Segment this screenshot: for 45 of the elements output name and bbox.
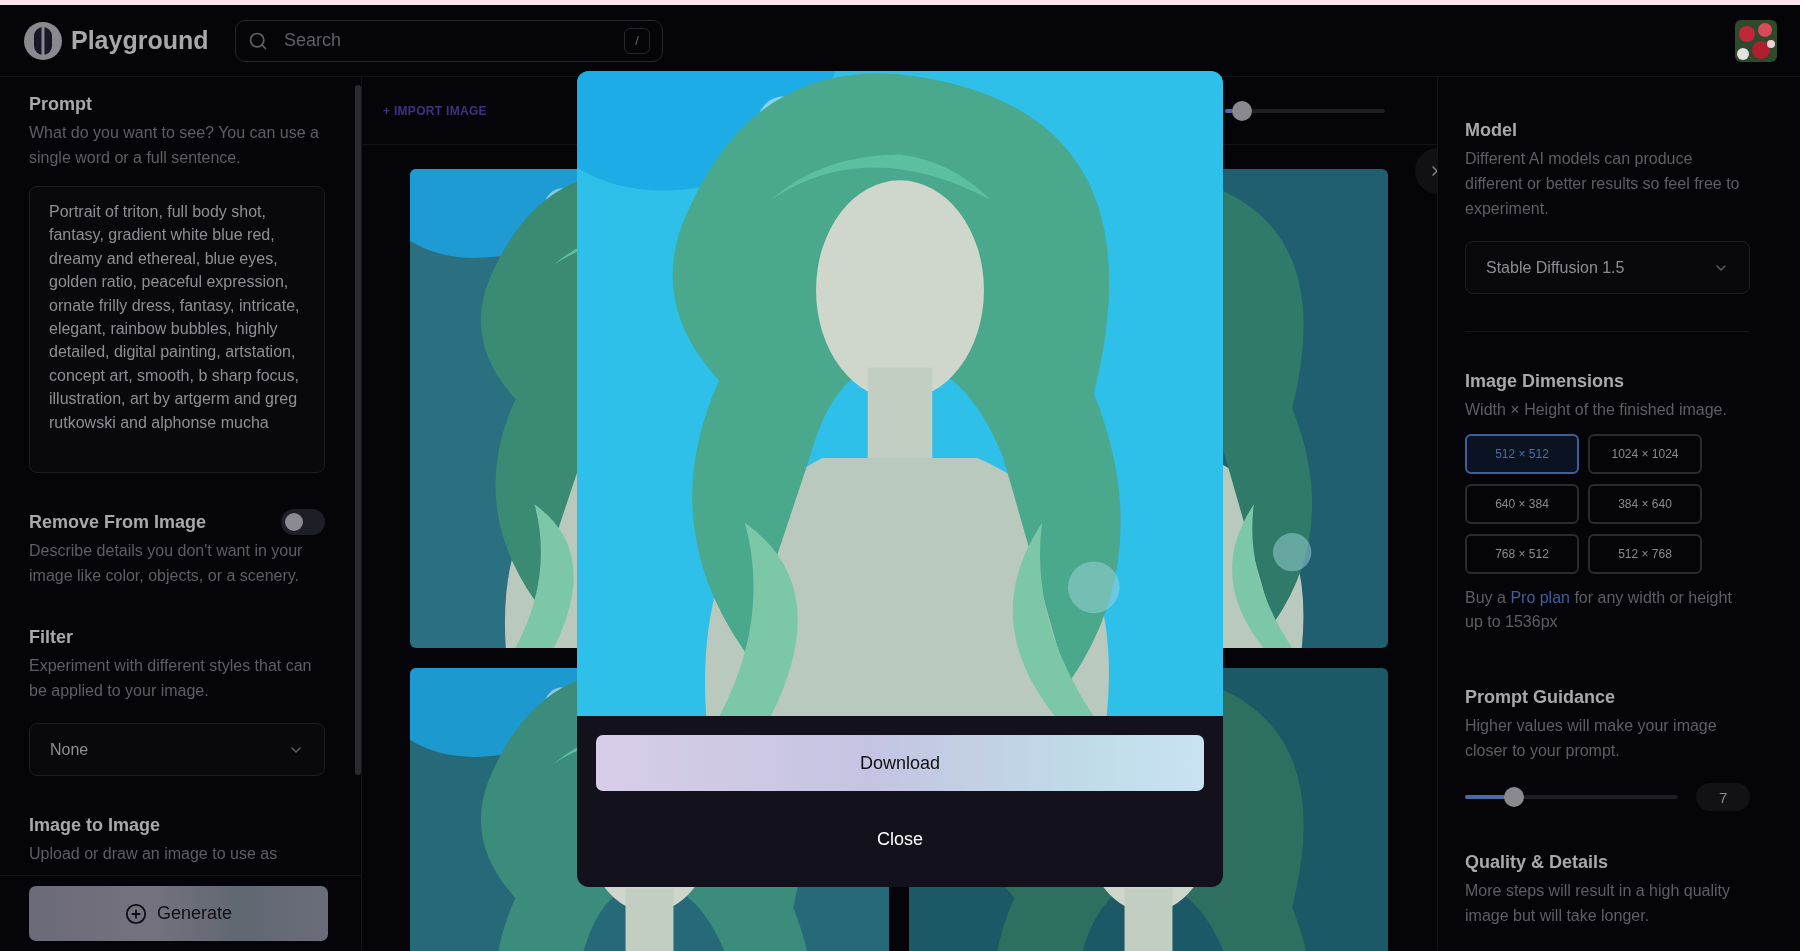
section-description: Describe details you don't want in your image like color, objects, or a scenery.	[29, 541, 304, 586]
search-icon	[248, 30, 268, 51]
shortcut-key: /	[624, 27, 650, 54]
pro-plan-note: Buy a Pro plan for any width or height up to 1536px	[1465, 588, 1733, 632]
pro-plan-link[interactable]: Pro plan	[1510, 589, 1570, 606]
section-title: Image Dimensions	[1465, 370, 1626, 393]
plus-circle-icon	[124, 902, 147, 925]
guidance-value[interactable]: 7	[1696, 783, 1750, 811]
guidance-slider[interactable]	[1465, 787, 1679, 807]
section-title: Model	[1465, 119, 1518, 142]
search-input[interactable]: Search	[282, 29, 610, 52]
section-description: Upload or draw an image to use as	[29, 844, 279, 864]
scrollbar[interactable]	[355, 85, 361, 775]
dimension-option[interactable]: 1024 × 1024	[1588, 434, 1702, 474]
app-logo-text: Playground	[71, 26, 209, 55]
slider-thumb[interactable]	[1232, 100, 1252, 121]
dimension-option[interactable]: 512 × 768	[1588, 534, 1702, 574]
search-field[interactable]: Search /	[235, 19, 663, 62]
section-title: Prompt Guidance	[1465, 686, 1617, 709]
dimension-option[interactable]: 384 × 640	[1588, 484, 1702, 524]
section-description: What do you want to see? You can use a single word or a full sentence.	[29, 123, 320, 168]
section-title: Prompt	[29, 93, 93, 116]
model-dropdown[interactable]: Stable Diffusion 1.5	[1465, 241, 1750, 294]
dimension-option[interactable]: 512 × 512	[1465, 434, 1579, 474]
section-title: Filter	[29, 626, 74, 649]
close-button[interactable]: Close	[857, 821, 943, 858]
slider[interactable]	[1225, 100, 1385, 121]
dimension-option[interactable]: 768 × 512	[1465, 534, 1579, 574]
dimension-option[interactable]: 640 × 384	[1465, 484, 1579, 524]
slider-thumb[interactable]	[1503, 787, 1524, 807]
toggle-switch[interactable]	[281, 509, 325, 535]
section-title: Image to Image	[29, 814, 162, 837]
avatar[interactable]	[1735, 19, 1777, 62]
section-description: Different AI models can produce different or better results so feel free to experiment.	[1465, 149, 1741, 219]
section-description: Width × Height of the finished image.	[1465, 400, 1728, 420]
section-description: Experiment with different styles that can be applied to your image.	[29, 656, 313, 701]
prompt-field[interactable]: Portrait of triton, full body shot, fantasy, gradient white blue red, dreamy and ethereal, blue eyes, golden ratio, peaceful expression, ornate frilly dress, fantasy, intricate, elegant, rainbow bubbles, highly detailed, digital painting, artstation, concept art, smooth, b sharp focus, illustration, art by artgerm and greg rutkowski and alphonse mucha	[29, 186, 325, 473]
logo-icon	[23, 20, 63, 61]
filter-dropdown[interactable]: None	[29, 723, 325, 776]
section-description: Higher values will make your image closer to your prompt.	[1465, 716, 1718, 761]
section-title: Quality & Details	[1465, 851, 1610, 874]
section-title: Remove From Image	[29, 511, 207, 534]
download-button[interactable]: Download	[596, 735, 1204, 791]
generate-button[interactable]: Generate	[29, 886, 328, 941]
section-description: More steps will result in a high quality image but will take longer.	[1465, 881, 1731, 926]
